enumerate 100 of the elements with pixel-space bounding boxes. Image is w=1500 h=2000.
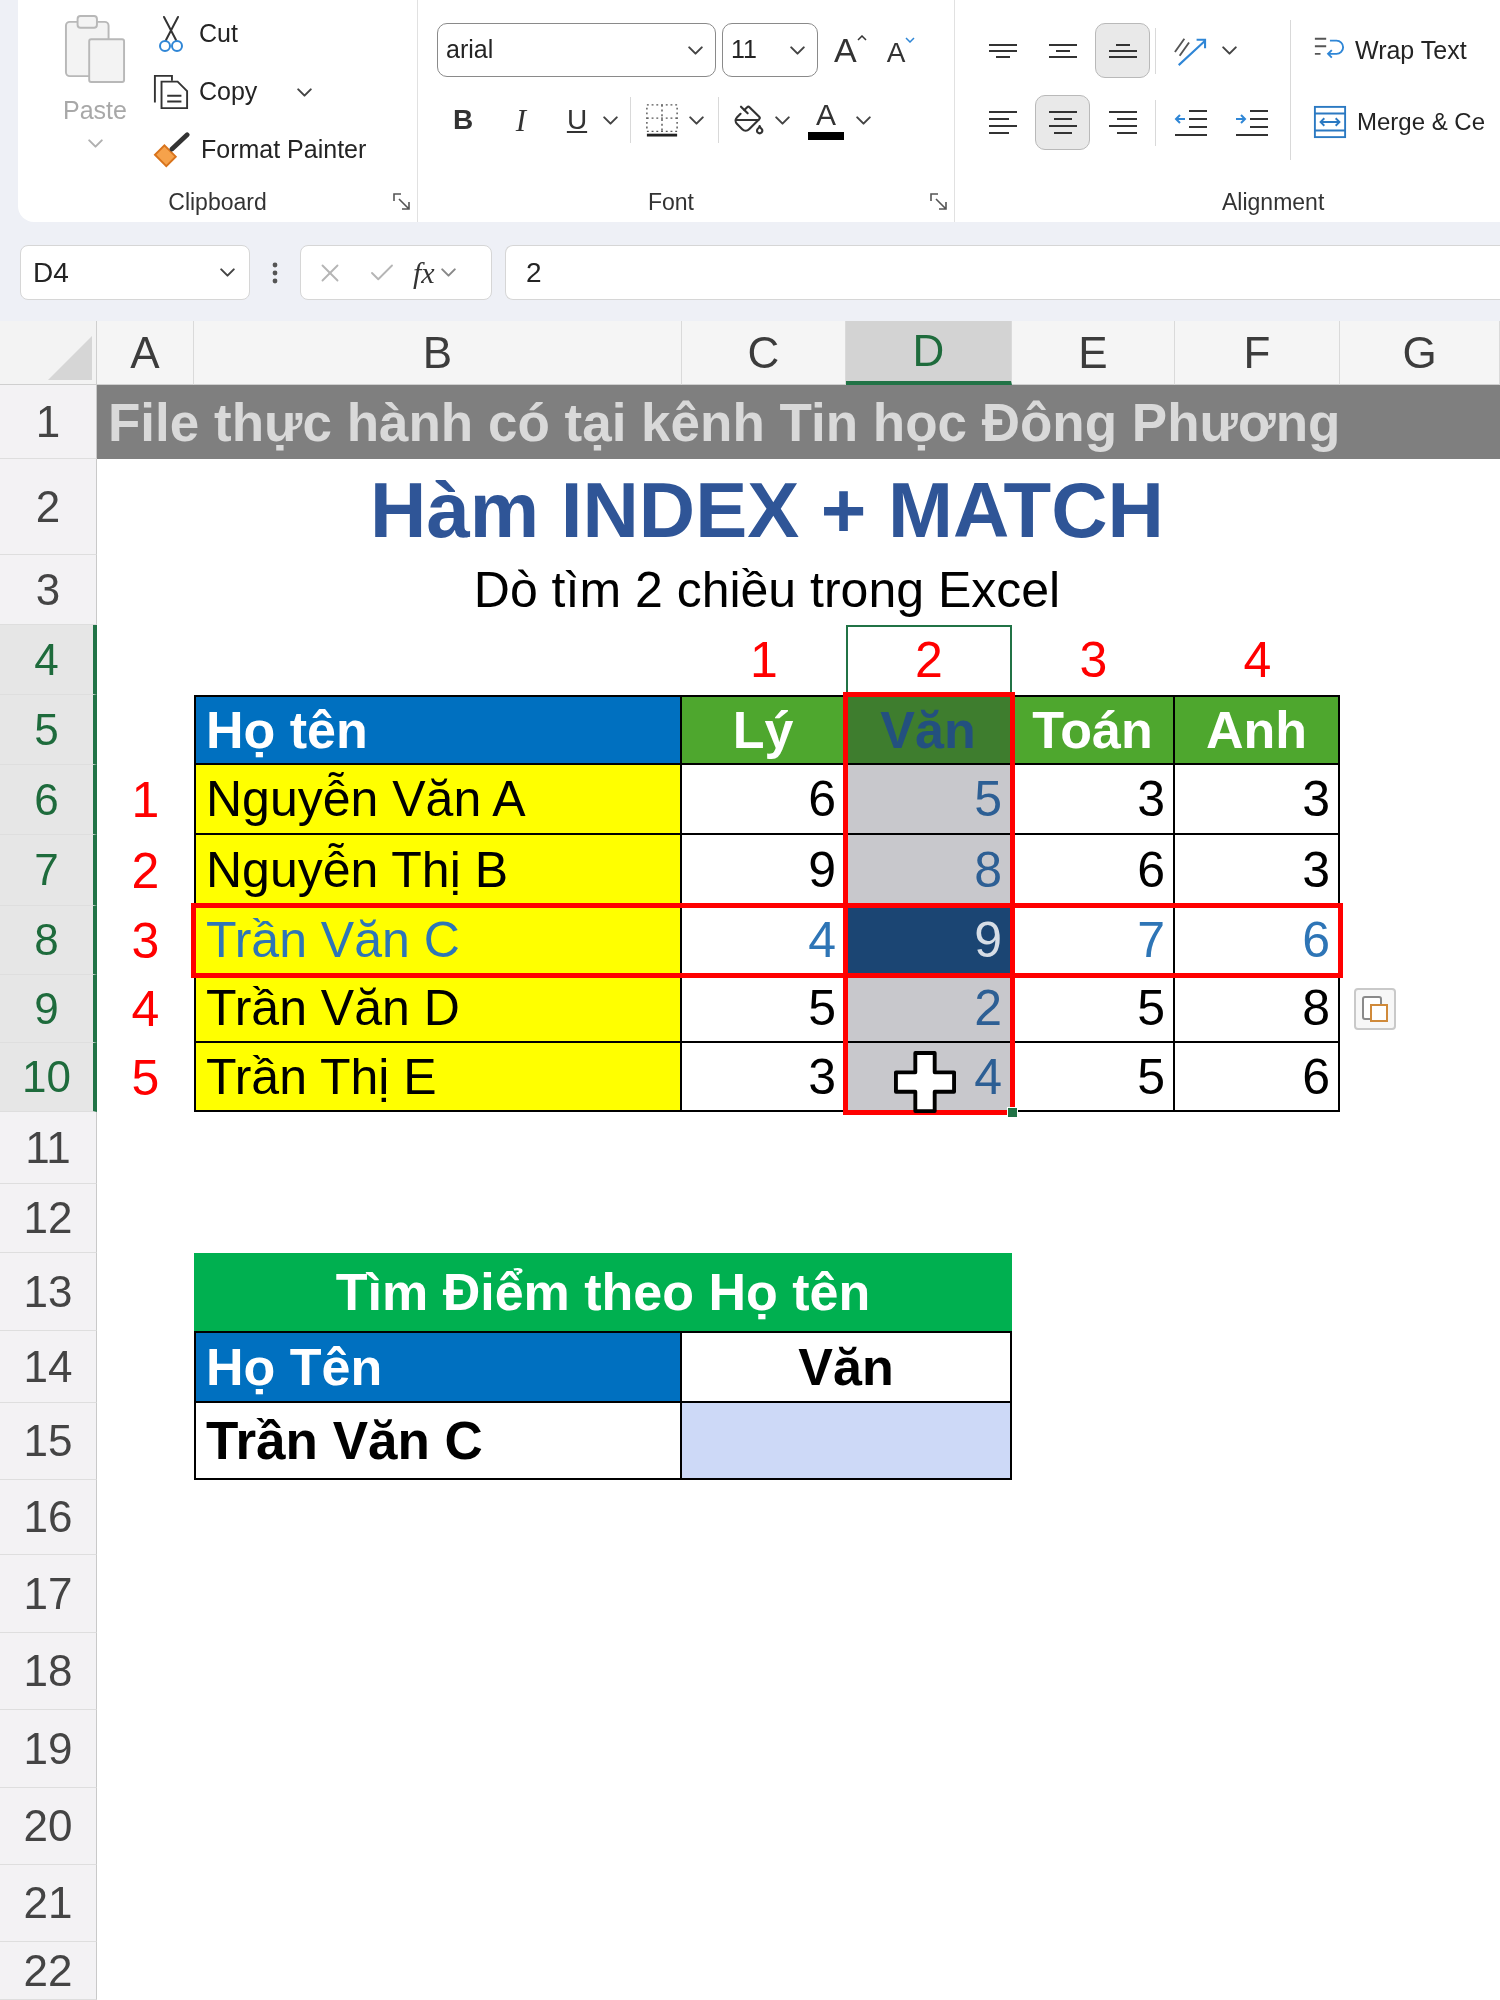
column-header[interactable]: C [682, 321, 846, 385]
row-header[interactable]: 9 [0, 975, 97, 1043]
row-header[interactable]: 11 [0, 1112, 97, 1184]
subject-header-cell: Anh [1175, 695, 1340, 765]
font-size-field[interactable]: 11 [722, 23, 818, 77]
row-header[interactable]: 20 [0, 1788, 97, 1865]
column-header[interactable]: G [1340, 321, 1500, 385]
insert-function-button[interactable]: fx [413, 257, 435, 288]
shrink-font-button[interactable]: A [886, 39, 916, 67]
lookup-name-cell: Trần Văn C [194, 1403, 682, 1480]
align-top-icon [986, 42, 1019, 59]
copy-icon [153, 74, 189, 110]
column-header[interactable]: B [194, 321, 682, 385]
row-header[interactable]: 7 [0, 835, 97, 906]
merge-cells-icon [1313, 104, 1347, 139]
group-label: Font [648, 187, 694, 217]
name-header-cell: Họ tên [194, 695, 682, 765]
row-header[interactable]: 22 [0, 1942, 97, 2000]
align-center-button[interactable] [1035, 95, 1090, 150]
borders-icon[interactable] [645, 103, 679, 137]
row-header[interactable]: 21 [0, 1865, 97, 1942]
lookup-name-header-cell: Họ Tên [194, 1331, 682, 1403]
grow-font-button[interactable]: A [834, 33, 867, 67]
caret-down-icon [905, 37, 916, 43]
column-header[interactable]: D [846, 321, 1012, 385]
dialog-launcher-icon[interactable] [393, 193, 411, 211]
align-middle-icon [1046, 42, 1079, 59]
column-index-label: 4 [1242, 631, 1273, 690]
subject-header-cell: Toán [1012, 695, 1175, 765]
row-header[interactable]: 18 [0, 1633, 97, 1710]
column-index-label: 2 [914, 631, 944, 690]
copy-button[interactable]: Copy [153, 67, 258, 117]
bold-button[interactable]: B [441, 98, 485, 142]
chevron-down-icon[interactable] [297, 87, 313, 97]
format-painter-button[interactable]: Format Painter [153, 121, 367, 179]
row-header[interactable]: 19 [0, 1710, 97, 1788]
column-header[interactable]: A [97, 321, 194, 385]
row-header[interactable]: 10 [0, 1043, 97, 1112]
chevron-down-icon[interactable] [1222, 46, 1237, 55]
row-index-label: 1 [130, 771, 161, 830]
sheet-subtitle: Dò tìm 2 chiều trong Excel [472, 561, 1062, 620]
name-cell: Trần Văn D [194, 975, 682, 1043]
fill-handle[interactable] [1007, 1107, 1018, 1118]
score-cell: 6 [1175, 1043, 1340, 1112]
sheet-banner: File thực hành có tại kênh Tin học Đông Phương [97, 385, 1500, 459]
row-header[interactable]: 5 [0, 695, 97, 765]
column-index-label: 1 [749, 631, 779, 690]
chevron-down-icon [220, 268, 235, 277]
subject-header-cell: Lý [682, 695, 846, 765]
more-icon[interactable] [272, 261, 278, 284]
row-header[interactable]: 1 [0, 385, 97, 459]
name-cell: Nguyễn Văn A [194, 765, 682, 835]
triangle-icon [48, 336, 92, 380]
row-header[interactable]: 16 [0, 1480, 97, 1555]
column-header[interactable]: F [1175, 321, 1340, 385]
score-cell: 8 [846, 835, 1012, 906]
align-bottom-button[interactable] [1095, 23, 1150, 78]
paste-options-icon[interactable] [1354, 988, 1396, 1030]
font-name-field[interactable]: arial [437, 23, 716, 77]
row-header[interactable]: 3 [0, 555, 97, 625]
group-label: Alignment [1222, 187, 1325, 217]
paint-bucket-icon[interactable] [733, 104, 765, 136]
merge-button[interactable]: Merge & Ce [1313, 103, 1486, 140]
score-cell: 5 [846, 765, 1012, 835]
formula-input[interactable]: 2 [505, 245, 1500, 300]
increase-indent-icon[interactable] [1234, 108, 1270, 137]
chevron-down-icon[interactable] [856, 115, 871, 125]
chevron-down-icon[interactable] [603, 115, 618, 125]
row-header[interactable]: 8 [0, 906, 97, 975]
row-header[interactable]: 2 [0, 459, 97, 555]
lookup-title-cell: Tìm Điểm theo Họ tên [194, 1253, 1012, 1331]
row-header[interactable]: 4 [0, 625, 97, 695]
align-center-icon [1046, 110, 1079, 135]
subject-header-cell: Văn [846, 695, 1012, 765]
row-header[interactable]: 17 [0, 1555, 97, 1633]
column-header[interactable]: E [1012, 321, 1175, 385]
cut-button[interactable]: Cut [153, 5, 367, 63]
chevron-down-icon [87, 139, 103, 148]
wrap-text-button[interactable]: Wrap Text [1313, 32, 1486, 70]
dialog-launcher-icon[interactable] [930, 193, 948, 211]
paintbrush-icon [153, 132, 191, 168]
score-cell: 3 [1012, 765, 1175, 835]
row-header[interactable]: 14 [0, 1331, 97, 1403]
name-box[interactable]: D4 [20, 245, 250, 300]
row-header[interactable]: 12 [0, 1184, 97, 1253]
row-header[interactable]: 15 [0, 1403, 97, 1480]
chevron-down-icon[interactable] [689, 115, 704, 125]
underline-button[interactable]: U [555, 98, 599, 142]
italic-button[interactable]: I [499, 98, 543, 142]
row-header[interactable]: 13 [0, 1253, 97, 1331]
score-cell: 5 [1012, 975, 1175, 1043]
decrease-indent-icon[interactable] [1173, 108, 1209, 137]
row-header[interactable]: 6 [0, 765, 97, 835]
row-index-label: 2 [130, 841, 161, 901]
chevron-down-icon[interactable] [775, 115, 790, 125]
name-cell: Trần Văn C [194, 906, 682, 975]
font-color-button[interactable]: A [808, 100, 844, 140]
column-index-label: 3 [1078, 631, 1109, 690]
score-cell: 3 [1175, 765, 1340, 835]
row-index-label: 3 [130, 911, 161, 971]
